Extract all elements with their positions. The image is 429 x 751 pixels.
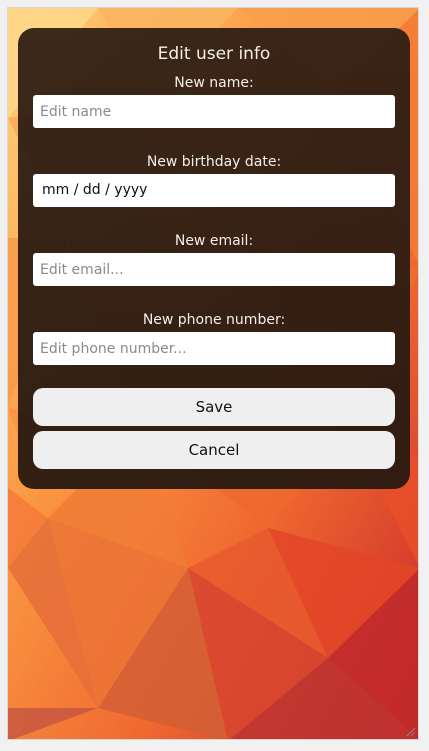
app-window: Edit user info New name: New birthday da…	[7, 7, 419, 740]
birthday-date-input[interactable]: mm / dd / yyyy	[33, 174, 395, 207]
date-format-text: mm / dd / yyyy	[42, 182, 148, 198]
birthday-label: New birthday date:	[146, 154, 282, 170]
phone-label: New phone number:	[142, 312, 286, 328]
resize-grip-icon[interactable]	[404, 725, 416, 737]
cancel-button[interactable]: Cancel	[33, 431, 395, 469]
email-input[interactable]	[33, 253, 395, 286]
phone-input[interactable]	[33, 332, 395, 365]
name-input[interactable]	[33, 95, 395, 128]
edit-user-dialog: Edit user info New name: New birthday da…	[18, 28, 410, 489]
email-label: New email:	[174, 233, 254, 249]
save-button[interactable]: Save	[33, 388, 395, 426]
name-label: New name:	[174, 75, 254, 91]
dialog-title: Edit user info	[157, 44, 271, 64]
